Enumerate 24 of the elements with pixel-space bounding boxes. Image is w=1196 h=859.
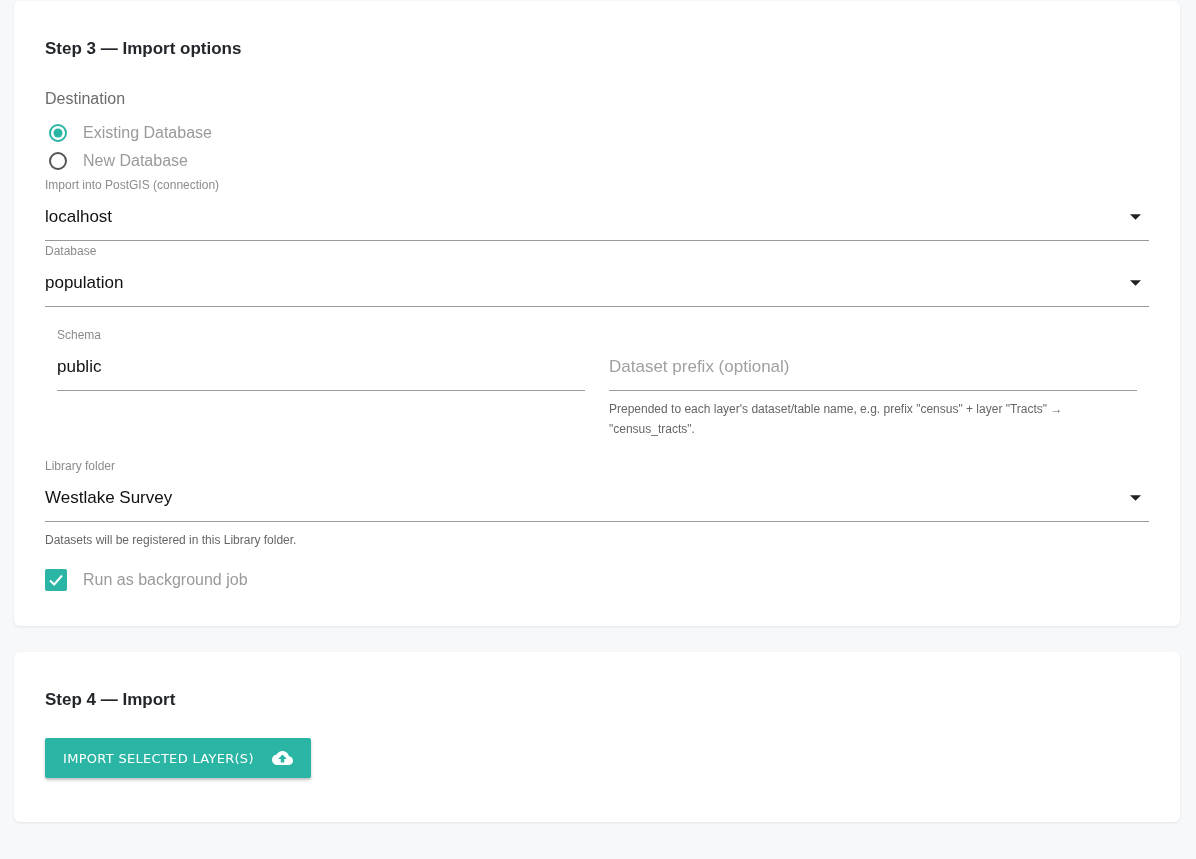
field-label: Library folder [45, 458, 117, 474]
checkbox-label: Run as background job [83, 571, 248, 589]
schema-input[interactable]: public [57, 343, 585, 391]
connection-select[interactable]: localhost [45, 193, 1149, 241]
dataset-prefix-input[interactable]: Dataset prefix (optional) [609, 343, 1137, 391]
destination-label: Destination [45, 89, 127, 109]
checkbox[interactable] [45, 569, 67, 591]
field-label: Database [45, 243, 98, 259]
radio-button[interactable] [49, 152, 67, 170]
section-title: Step 4 — Import [45, 689, 177, 711]
radio-label: New Database [83, 152, 188, 170]
radio-button[interactable] [49, 124, 67, 142]
helper-text: Datasets will be registered in this Library folder. [45, 532, 298, 549]
caret-icon [1130, 279, 1141, 286]
database-select[interactable]: population [45, 259, 1149, 307]
field-label: Import into PostGIS (connection) [45, 177, 221, 193]
helper-text: Prepended to each layer's dataset/table name, e.g. prefix "census" + layer "Tracts" → "census_tracts". [609, 401, 1064, 438]
caret-icon [1130, 213, 1141, 220]
cloud-upload-icon [271, 751, 293, 765]
section-title: Step 3 — Import options [45, 38, 243, 60]
library-folder-select[interactable]: Westlake Survey [45, 474, 1149, 522]
radio-label: Existing Database [83, 124, 212, 142]
caret-icon [1130, 494, 1141, 501]
field-label: Schema [57, 327, 103, 343]
